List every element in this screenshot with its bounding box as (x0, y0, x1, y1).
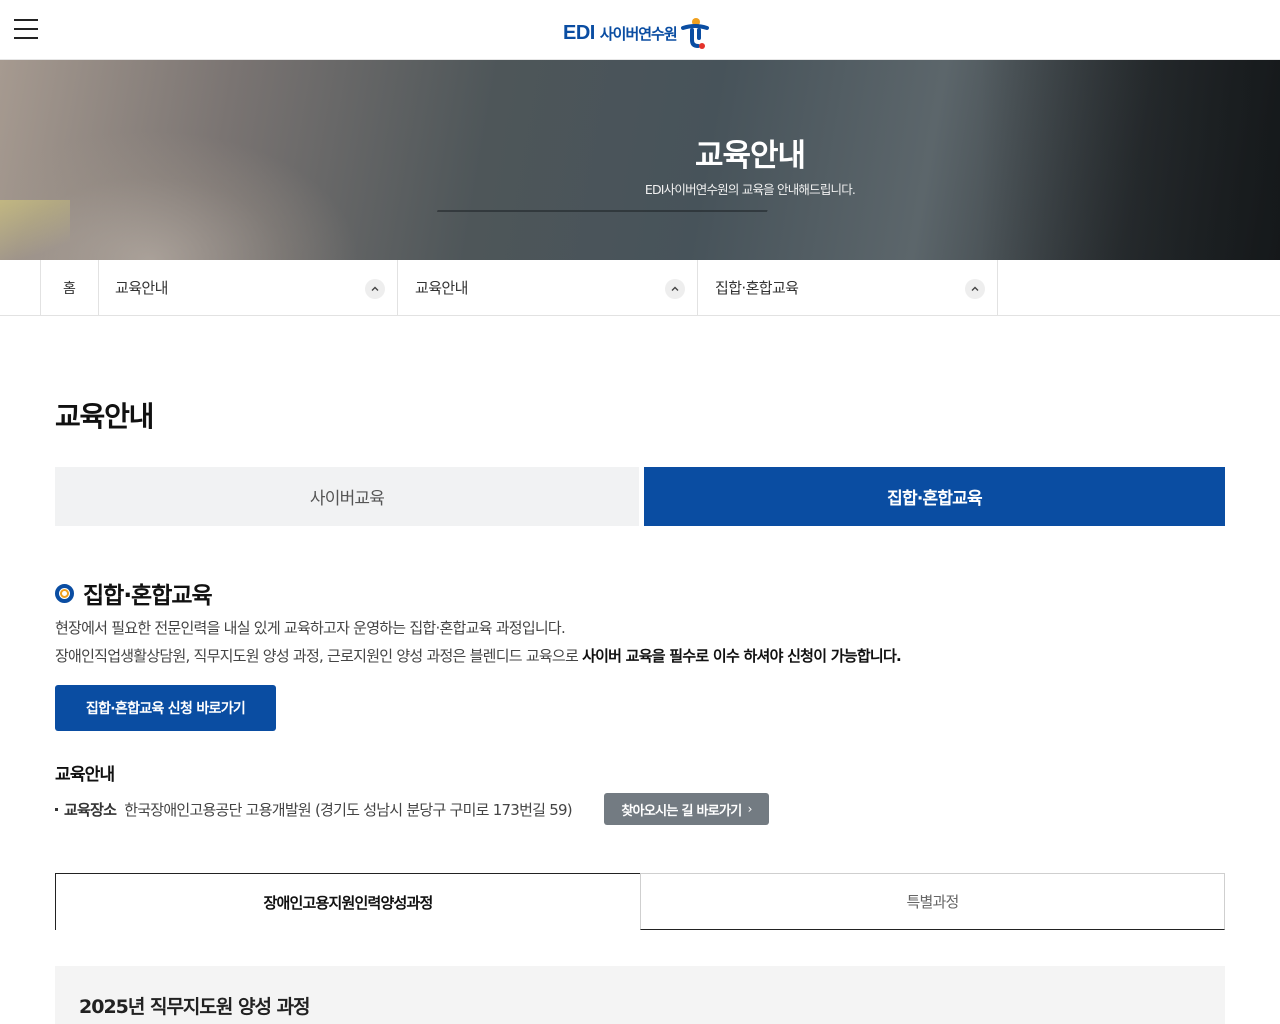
tab-cyber-education[interactable]: 사이버교육 (55, 467, 639, 526)
chevron-right-icon: › (747, 802, 753, 816)
breadcrumb-depth3[interactable]: 집합·혼합교육 (698, 260, 998, 316)
location-label: 교육장소 (64, 800, 117, 819)
breadcrumb-depth2[interactable]: 교육안내 (398, 260, 698, 316)
logo-mark-icon (680, 18, 709, 49)
directions-button[interactable]: 찾아오시는 길 바로가기 › (604, 793, 769, 825)
chevron-up-icon[interactable] (365, 279, 385, 299)
chevron-up-icon[interactable] (965, 279, 985, 299)
section-title: 집합·혼합교육 (83, 583, 213, 609)
description-emphasis: 사이버 교육을 필수로 이수 하셔야 신청이 가능합니다. (582, 647, 902, 665)
tab-support-workforce-course[interactable]: 장애인고용지원인력양성과정 (55, 873, 641, 930)
breadcrumb: 홈 교육안내 교육안내 집합·혼합교육 (0, 260, 1280, 316)
breadcrumb-home[interactable]: 홈 (40, 260, 99, 316)
page-title: 교육안내 (55, 400, 154, 433)
tab-group-blended-education[interactable]: 집합·혼합교육 (644, 467, 1225, 526)
directions-button-label: 찾아오시는 길 바로가기 (621, 803, 742, 819)
location-value: 한국장애인고용공단 고용개발원 (경기도 성남시 분당구 구미로 173번길 5… (124, 800, 572, 819)
apply-group-education-button[interactable]: 집합·혼합교육 신청 바로가기 (55, 685, 276, 731)
breadcrumb-label: 교육안내 (115, 279, 168, 297)
breadcrumb-label: 교육안내 (415, 279, 468, 297)
breadcrumb-depth1[interactable]: 교육안내 (98, 260, 398, 316)
site-header: EDI 사이버연수원 (0, 0, 1280, 60)
tab-special-course[interactable]: 특별과정 (640, 873, 1225, 930)
education-location-row: 교육장소 한국장애인고용공단 고용개발원 (경기도 성남시 분당구 구미로 17… (55, 797, 573, 821)
bullet-dot-icon (55, 807, 58, 811)
ring-bullet-icon (55, 583, 74, 603)
site-logo[interactable]: EDI 사이버연수원 (563, 16, 710, 50)
description-line1: 현장에서 필요한 전문인력을 내실 있게 교육하고자 운영하는 집합·혼합교육 … (55, 619, 566, 637)
logo-brand: EDI (563, 21, 595, 44)
section-heading: 집합·혼합교육 (55, 576, 213, 610)
hero-title: 교육안내 (694, 138, 806, 174)
hero-subtitle: EDI사이버연수원의 교육을 안내해드립니다. (644, 182, 856, 197)
hamburger-menu-icon[interactable] (14, 19, 38, 39)
description-plain: 장애인직업생활상담원, 직무지도원 양성 과정, 근로지원인 양성 과정은 블렌… (55, 647, 583, 665)
course-title: 2025년 직무지도원 양성 과정 (79, 996, 311, 1018)
description-line2: 장애인직업생활상담원, 직무지도원 양성 과정, 근로지원인 양성 과정은 블렌… (55, 645, 902, 666)
chevron-up-icon[interactable] (665, 279, 685, 299)
course-card: 2025년 직무지도원 양성 과정 (55, 966, 1225, 1024)
breadcrumb-label: 집합·혼합교육 (715, 279, 799, 297)
info-title: 교육안내 (55, 765, 115, 785)
logo-text: 사이버연수원 (599, 24, 678, 43)
hero-banner: 교육안내 EDI사이버연수원의 교육을 안내해드립니다. (0, 60, 1280, 260)
